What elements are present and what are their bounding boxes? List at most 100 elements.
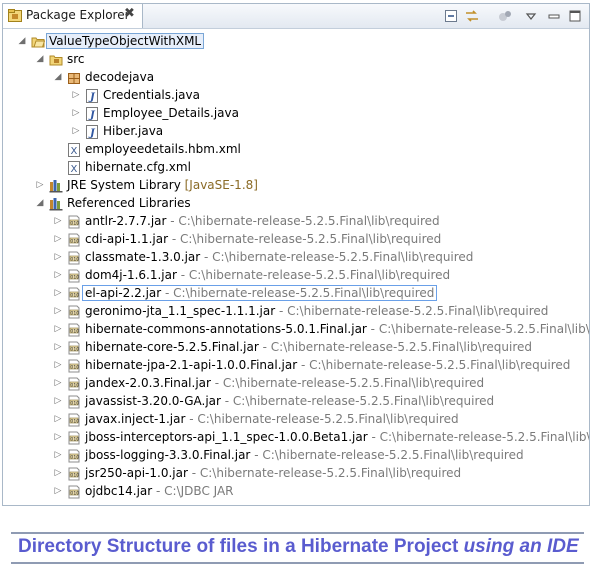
svg-text:010: 010 [70, 472, 79, 478]
collapsed-arrow-icon[interactable]: ▷ [53, 482, 63, 500]
jar-entry-label: javassist-3.20.0-GA.jar - C:\hibernate-r… [85, 393, 494, 409]
collapsed-arrow-icon[interactable]: ▷ [53, 464, 63, 482]
tree-row[interactable]: ◢ ValueTypeObjectWithXML [3, 32, 589, 50]
java-file-label: Credentials.java [103, 87, 200, 103]
java-icon: J [85, 124, 99, 139]
tab-package-explorer[interactable]: Package Explorer ✖ [3, 4, 143, 28]
tree-row[interactable]: ◢ src [3, 50, 589, 68]
tree-row[interactable]: ▷ 010 ojdbc14.jar - C:\JDBC JAR [3, 482, 589, 500]
tree-row[interactable]: ▷ JRE System Library [JavaSE-1.8] [3, 176, 589, 194]
tree-row[interactable]: ▷ 010 classmate-1.3.0.jar - C:\hibernate-r… [3, 248, 589, 266]
collapsed-arrow-icon[interactable]: ▷ [53, 410, 63, 428]
expanded-arrow-icon[interactable]: ◢ [35, 194, 45, 212]
tree-row[interactable]: ◢ decodejava [3, 68, 589, 86]
jar-icon: 010 [67, 376, 81, 391]
project-node-label: ValueTypeObjectWithXML [45, 33, 205, 49]
collapsed-arrow-icon[interactable]: ▷ [53, 320, 63, 338]
package-decodejava-name: decodejava [85, 70, 155, 84]
collapsed-arrow-icon[interactable]: ▷ [53, 212, 63, 230]
view-menu-icon[interactable] [523, 8, 539, 24]
minimize-icon[interactable] [546, 8, 562, 24]
collapsed-arrow-icon[interactable]: ▷ [71, 122, 81, 140]
tree-row[interactable]: ▷ 010 cdi-api-1.1.jar - C:\hibernate-relea… [3, 230, 589, 248]
collapsed-arrow-icon[interactable]: ▷ [53, 356, 63, 374]
tree-row[interactable]: ▷ 010 jsr250-api-1.0.jar - C:\hibernate-re… [3, 464, 589, 482]
java-file-name: Credentials.java [103, 88, 200, 102]
tree-row[interactable]: ▷ J Credentials.java [3, 86, 589, 104]
jar-path: - C:\hibernate-release-5.2.5.Final\lib\r… [187, 466, 462, 480]
collapsed-arrow-icon[interactable]: ▷ [53, 428, 63, 446]
referenced-libraries-label: Referenced Libraries [67, 195, 191, 211]
svg-text:010: 010 [70, 400, 79, 406]
svg-text:010: 010 [70, 328, 79, 334]
svg-text:010: 010 [70, 382, 79, 388]
collapsed-arrow-icon[interactable]: ▷ [53, 284, 63, 302]
tree-row[interactable]: ▷ 010 jandex-2.0.3.Final.jar - C:\hibernat… [3, 374, 589, 392]
collapsed-arrow-icon[interactable]: ▷ [53, 248, 63, 266]
svg-text:X: X [71, 146, 78, 157]
jar-entry-label: el-api-2.2.jar - C:\hibernate-release-5.… [81, 285, 438, 301]
collapsed-arrow-icon[interactable]: ▷ [53, 338, 63, 356]
referenced-libraries-name: Referenced Libraries [67, 196, 191, 210]
tree-row[interactable]: ▷ J Employee_Details.java [3, 104, 589, 122]
tree-row[interactable]: ▷ 010 antlr-2.7.7.jar - C:\hibernate-relea… [3, 212, 589, 230]
collapsed-arrow-icon[interactable]: ▷ [53, 266, 63, 284]
tree-row[interactable]: ▷ 010 geronimo-jta_1.1_spec-1.1.1.jar - C:… [3, 302, 589, 320]
tree-row[interactable]: ▷ J Hiber.java [3, 122, 589, 140]
collapsed-arrow-icon[interactable]: ▷ [53, 392, 63, 410]
tree-row[interactable]: ▷ 010 javassist-3.20.0-GA.jar - C:\hiberna… [3, 392, 589, 410]
collapsed-arrow-icon[interactable]: ▷ [53, 446, 63, 464]
tree-row[interactable]: ▷ 010 hibernate-commons-annotations-5.0.1.… [3, 320, 589, 338]
close-icon[interactable]: ✖ [124, 6, 135, 21]
focus-icon[interactable] [497, 8, 513, 24]
expanded-arrow-icon[interactable]: ◢ [35, 50, 45, 68]
svg-text:010: 010 [70, 310, 79, 316]
caption-italic: using an IDE [463, 536, 579, 557]
jar-entry-label: jboss-logging-3.3.0.Final.jar - C:\hiber… [85, 447, 524, 463]
caption-main: Directory Structure of files in a Hibern… [18, 536, 464, 557]
jar-icon: 010 [67, 466, 81, 481]
collapsed-arrow-icon[interactable]: ▷ [53, 374, 63, 392]
tree-row[interactable]: ▷ 010 hibernate-jpa-2.1-api-1.0.0.Final.ja… [3, 356, 589, 374]
java-file-label: Employee_Details.java [103, 105, 239, 121]
jar-entry-label: hibernate-jpa-2.1-api-1.0.0.Final.jar - … [85, 357, 570, 373]
src-folder-label: src [67, 51, 85, 67]
jar-entry-name: dom4j-1.6.1.jar [85, 268, 177, 282]
svg-text:010: 010 [70, 256, 79, 262]
link-with-editor-icon[interactable] [464, 8, 480, 24]
tree-row[interactable]: ▷ 010 jboss-logging-3.3.0.Final.jar - C:\h… [3, 446, 589, 464]
tree-row[interactable]: ◢ Referenced Libraries [3, 194, 589, 212]
jar-entry-name: el-api-2.2.jar [85, 286, 162, 300]
collapsed-arrow-icon[interactable]: ▷ [53, 230, 63, 248]
jar-entry-label: dom4j-1.6.1.jar - C:\hibernate-release-5… [85, 267, 450, 283]
svg-text:010: 010 [70, 220, 79, 226]
jar-path: - C:\hibernate-release-5.2.5.Final\lib\r… [210, 376, 485, 390]
tree-row[interactable]: ▷ 010 javax.inject-1.jar - C:\hibernate-re… [3, 410, 589, 428]
expanded-arrow-icon[interactable]: ◢ [53, 68, 63, 86]
collapsed-arrow-icon[interactable]: ▷ [53, 302, 63, 320]
jar-entry-name: hibernate-commons-annotations-5.0.1.Fina… [85, 322, 367, 336]
jar-entry-name: javassist-3.20.0-GA.jar [85, 394, 221, 408]
tree-row[interactable]: ▷ 010 hibernate-core-5.2.5.Final.jar - C:\… [3, 338, 589, 356]
collapse-all-icon[interactable] [443, 8, 459, 24]
collapsed-arrow-icon[interactable]: ▷ [71, 104, 81, 122]
jar-entry-label: javax.inject-1.jar - C:\hibernate-releas… [85, 411, 459, 427]
tree-row[interactable]: ▷ 010 el-api-2.2.jar - C:\hibernate-releas… [3, 284, 589, 302]
jar-path: - C:\hibernate-release-5.2.5.Final\lib\r… [220, 394, 495, 408]
maximize-icon[interactable] [567, 8, 583, 24]
tree-row[interactable]: Xhibernate.cfg.xml [3, 158, 589, 176]
image-caption: Directory Structure of files in a Hibern… [18, 536, 579, 558]
jar-entry-name: ojdbc14.jar [85, 484, 153, 498]
expanded-arrow-icon[interactable]: ◢ [17, 32, 27, 50]
svg-text:X: X [71, 164, 78, 175]
jar-path: - C:\hibernate-release-5.2.5.Final\lib\r… [168, 232, 442, 246]
svg-text:010: 010 [70, 454, 79, 460]
tree-row[interactable]: Xemployeedetails.hbm.xml [3, 140, 589, 158]
tree-row[interactable]: ▷ 010 dom4j-1.6.1.jar - C:\hibernate-relea… [3, 266, 589, 284]
jar-icon: 010 [67, 268, 81, 283]
tree-row[interactable]: ▷ 010 jboss-interceptors-api_1.1_spec-1.0.… [3, 428, 589, 446]
collapsed-arrow-icon[interactable]: ▷ [71, 86, 81, 104]
collapsed-arrow-icon[interactable]: ▷ [35, 176, 45, 194]
jar-entry-name: jboss-logging-3.3.0.Final.jar [85, 448, 251, 462]
jar-entry-label: geronimo-jta_1.1_spec-1.1.1.jar - C:\hib… [85, 303, 548, 319]
